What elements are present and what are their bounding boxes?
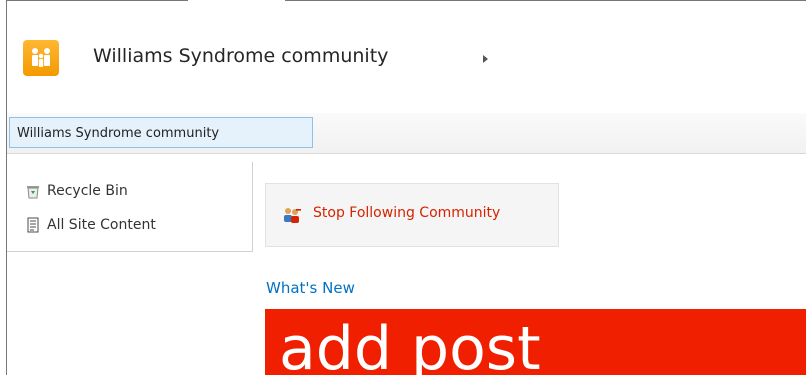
- stop-following-label: Stop Following Community: [313, 205, 501, 221]
- recycle-bin-icon: [27, 186, 39, 199]
- top-nav-item-home[interactable]: Williams Syndrome community: [9, 117, 313, 148]
- people-follow-icon: [284, 208, 301, 223]
- recycle-bin-label: Recycle Bin: [47, 183, 128, 199]
- top-navigation-bar: Williams Syndrome community: [7, 113, 806, 154]
- quick-launch: Recycle Bin All Site Content: [7, 162, 253, 252]
- quick-launch-item-all-site-content[interactable]: All Site Content: [25, 215, 156, 235]
- all-site-content-label: All Site Content: [47, 217, 156, 233]
- site-content-icon: [27, 217, 39, 233]
- community-people-icon: [32, 48, 50, 67]
- stop-following-community-button[interactable]: Stop Following Community: [265, 183, 559, 247]
- add-post-label: add post: [279, 314, 541, 375]
- breadcrumb-arrow-icon[interactable]: [483, 55, 488, 63]
- add-post-tile[interactable]: add post: [265, 309, 806, 375]
- site-header: Williams Syndrome community: [7, 1, 806, 111]
- site-logo-icon[interactable]: [23, 40, 59, 76]
- quick-launch-item-recycle-bin[interactable]: Recycle Bin: [25, 181, 128, 201]
- site-title[interactable]: Williams Syndrome community: [93, 45, 388, 67]
- whats-new-heading: What's New: [266, 279, 355, 297]
